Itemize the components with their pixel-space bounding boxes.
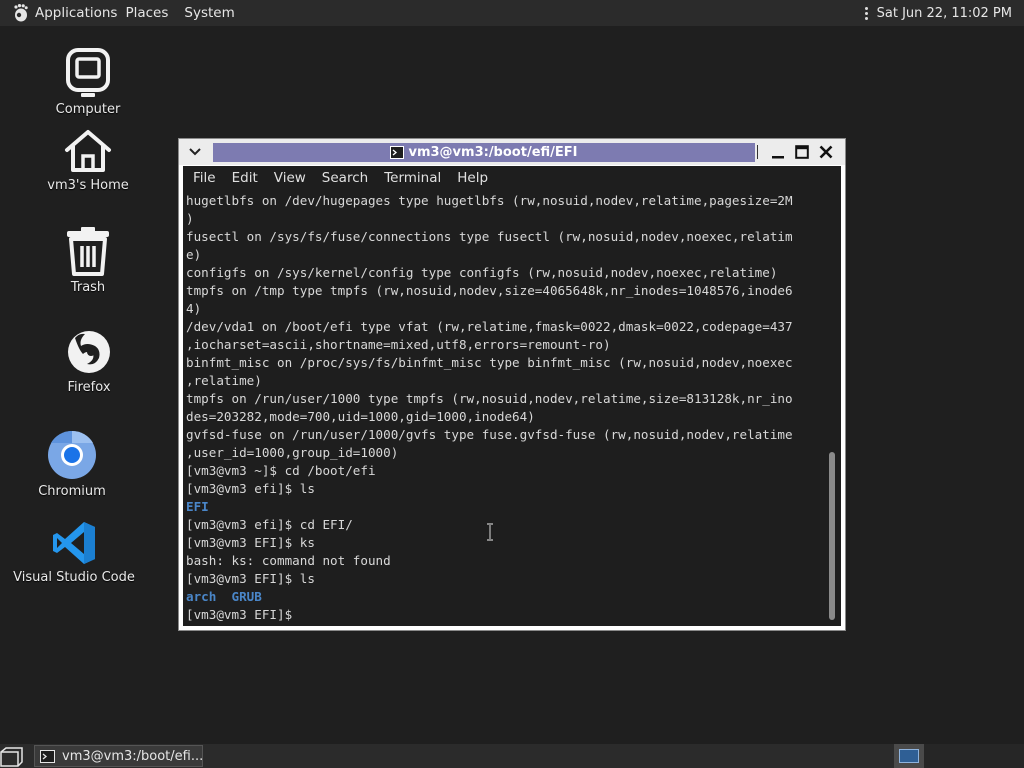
- desktop-icon-label: Trash: [70, 280, 106, 295]
- terminal-line: des=203282,mode=700,uid=1000,gid=1000,in…: [186, 409, 535, 424]
- desktop-icon-home[interactable]: vm3's Home: [28, 128, 148, 193]
- terminal-line: tmpfs on /tmp type tmpfs (rw,nosuid,node…: [186, 283, 793, 298]
- terminal-line: /dev/vda1 on /boot/efi type vfat (rw,rel…: [186, 319, 793, 334]
- vscode-icon: [53, 522, 95, 564]
- window-controls: [757, 139, 838, 165]
- minimize-icon: [772, 156, 784, 159]
- terminal-line: arch GRUB: [186, 589, 262, 604]
- menu-help[interactable]: Help: [449, 170, 496, 186]
- close-icon: [819, 145, 833, 159]
- window-menu-button[interactable]: [179, 139, 211, 165]
- workspace-switcher[interactable]: [894, 744, 924, 768]
- titlebar-separator: [757, 145, 758, 159]
- chromium-icon: [48, 430, 96, 479]
- terminal-line: configfs on /sys/kernel/config type conf…: [186, 265, 778, 280]
- terminal-line: binfmt_misc on /proc/sys/fs/binfmt_misc …: [186, 355, 793, 370]
- terminal-line: [vm3@vm3 EFI]$: [186, 607, 300, 622]
- desktop-icon-chromium[interactable]: Chromium: [12, 430, 132, 499]
- terminal-line: e): [186, 247, 202, 262]
- trash-icon: [67, 227, 109, 276]
- terminal-line: [vm3@vm3 efi]$ ls: [186, 481, 315, 496]
- chevron-down-icon: [189, 148, 201, 156]
- desktop-icon-label: Chromium: [38, 484, 106, 499]
- maximize-icon: [795, 145, 809, 159]
- terminal-line: gvfsd-fuse on /run/user/1000/gvfs type f…: [186, 427, 793, 442]
- terminal-line: tmpfs on /run/user/1000 type tmpfs (rw,n…: [186, 391, 793, 406]
- window-title: vm3@vm3:/boot/efi/EFI: [213, 143, 755, 162]
- maximize-button[interactable]: [790, 139, 814, 165]
- terminal-line: 4): [186, 301, 202, 316]
- system-menu[interactable]: System: [176, 5, 242, 21]
- window-titlebar[interactable]: vm3@vm3:/boot/efi/EFI: [179, 139, 845, 165]
- show-desktop-icon: [0, 747, 23, 767]
- workspace-area: [924, 744, 1024, 768]
- terminal-text: hugetlbfs on /dev/hugepages type hugetlb…: [186, 192, 826, 624]
- menu-view[interactable]: View: [266, 170, 314, 186]
- home-icon: [65, 130, 111, 172]
- firefox-icon: [68, 331, 110, 373]
- menu-file[interactable]: File: [185, 170, 224, 186]
- terminal-icon: [40, 749, 55, 763]
- top-right-area: Sat Jun 22, 11:02 PM: [864, 6, 1024, 21]
- terminal-icon: [390, 146, 405, 159]
- desktop-icon-label: Computer: [55, 102, 121, 117]
- menu-edit[interactable]: Edit: [224, 170, 266, 186]
- terminal-line: [vm3@vm3 efi]$ cd EFI/: [186, 517, 353, 532]
- terminal-line: ,iocharset=ascii,shortname=mixed,utf8,er…: [186, 337, 611, 352]
- vertical-scrollbar[interactable]: [829, 452, 835, 620]
- clock[interactable]: Sat Jun 22, 11:02 PM: [877, 6, 1012, 21]
- terminal-line: ): [186, 211, 194, 226]
- taskbar-task-label: vm3@vm3:/boot/efi...: [62, 748, 204, 764]
- desktop-icon-firefox[interactable]: Firefox: [29, 328, 149, 395]
- terminal-line: [vm3@vm3 EFI]$ ks: [186, 535, 315, 550]
- terminal-line: ,user_id=1000,group_id=1000): [186, 445, 399, 460]
- terminal-output[interactable]: hugetlbfs on /dev/hugepages type hugetlb…: [183, 190, 841, 626]
- desktop-icon-label: vm3's Home: [47, 178, 129, 193]
- window-title-text: vm3@vm3:/boot/efi/EFI: [408, 145, 578, 160]
- terminal-menubar: File Edit View Search Terminal Help: [183, 166, 841, 190]
- applications-menu-label: Applications: [35, 5, 118, 21]
- places-menu[interactable]: Places: [117, 5, 176, 21]
- top-panel: Applications Places System Sat Jun 22, 1…: [0, 0, 1024, 26]
- desktop-icon-vscode[interactable]: Visual Studio Code: [13, 520, 135, 585]
- terminal-line: bash: ks: command not found: [186, 553, 391, 568]
- terminal-line: hugetlbfs on /dev/hugepages type hugetlb…: [186, 193, 793, 208]
- more-options-icon[interactable]: [864, 6, 869, 20]
- gnome-foot-icon: [14, 4, 28, 22]
- terminal-window[interactable]: vm3@vm3:/boot/efi/EFI File Edit View Sea…: [178, 138, 846, 631]
- terminal-line: fusectl on /sys/fs/fuse/connections type…: [186, 229, 793, 244]
- bottom-taskbar: vm3@vm3:/boot/efi...: [0, 744, 1024, 768]
- minimize-button[interactable]: [766, 139, 790, 165]
- computer-icon: [66, 48, 110, 97]
- terminal-line: [vm3@vm3 EFI]$ ls: [186, 571, 315, 586]
- desktop-icon-label: Firefox: [67, 380, 111, 395]
- applications-menu[interactable]: Applications: [0, 3, 117, 23]
- menu-terminal[interactable]: Terminal: [376, 170, 449, 186]
- workspace-1[interactable]: [899, 749, 919, 763]
- close-button[interactable]: [814, 139, 838, 165]
- menu-search[interactable]: Search: [314, 170, 376, 186]
- terminal-line: EFI: [186, 499, 209, 514]
- terminal-line: [vm3@vm3 ~]$ cd /boot/efi: [186, 463, 376, 478]
- desktop-icon-computer[interactable]: Computer: [28, 48, 148, 117]
- terminal-line: ,relatime): [186, 373, 262, 388]
- taskbar-terminal-button[interactable]: vm3@vm3:/boot/efi...: [34, 745, 203, 767]
- desktop-icon-trash[interactable]: Trash: [28, 226, 148, 295]
- desktop-icon-label: Visual Studio Code: [13, 570, 135, 585]
- show-desktop-button[interactable]: [0, 747, 26, 768]
- text-cursor-icon: [487, 523, 493, 541]
